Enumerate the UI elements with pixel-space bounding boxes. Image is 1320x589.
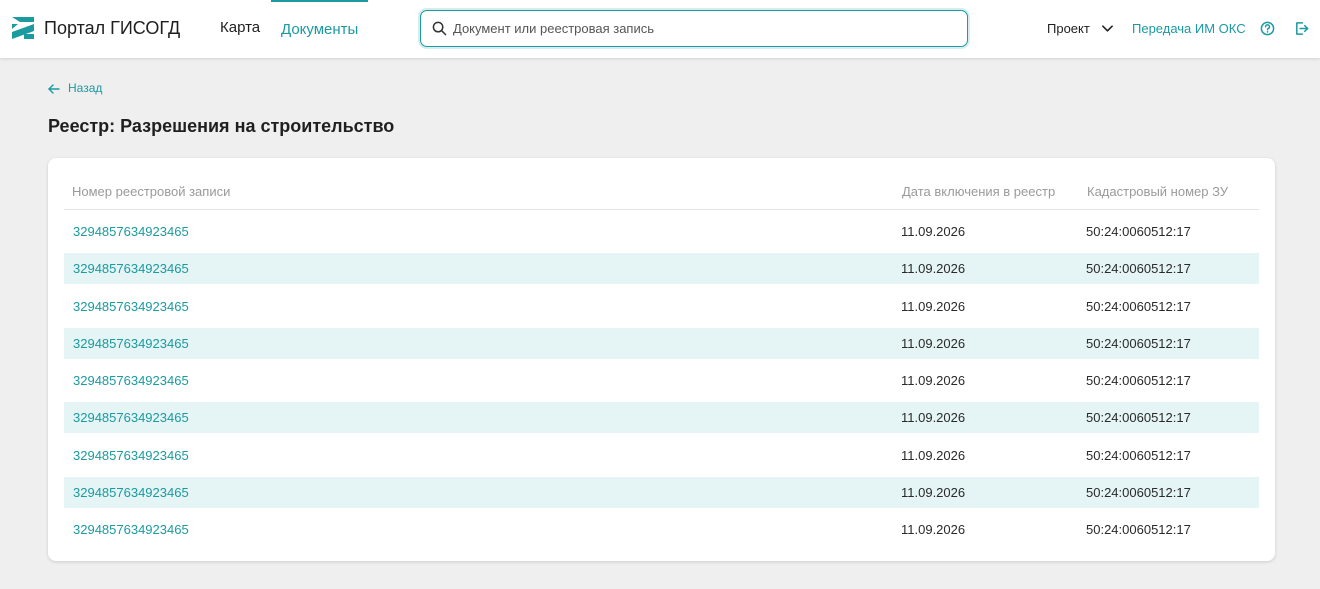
logout-icon[interactable] [1294,21,1309,36]
search-box[interactable] [420,10,968,47]
registry-table-card: Номер реестровой записи Дата включения в… [48,158,1275,561]
inclusion-date: 11.09.2026 [901,335,966,351]
table-row: 3294857634923465 11.09.2026 50:24:006051… [64,327,1259,359]
table-body: 3294857634923465 11.09.2026 50:24:006051… [64,216,1259,551]
top-bar: Портал ГИСОГД Карта Документы Проект Пер… [0,0,1320,58]
nav-tab-map[interactable]: Карта [220,19,260,36]
help-icon[interactable] [1260,21,1275,36]
project-dropdown[interactable]: Проект [1047,21,1090,36]
cadastral-number: 50:24:0060512:17 [1086,373,1191,388]
table-row: 3294857634923465 11.09.2026 50:24:006051… [64,402,1259,434]
back-label: Назад [68,81,103,95]
inclusion-date: 11.09.2026 [901,522,966,537]
record-number-link[interactable]: 3294857634923465 [73,485,189,500]
cadastral-number: 50:24:0060512:17 [1086,410,1191,426]
table-header: Номер реестровой записи Дата включения в… [64,174,1259,210]
table-row: 3294857634923465 11.09.2026 50:24:006051… [64,365,1259,396]
logo-icon [12,17,34,39]
table-row: 3294857634923465 11.09.2026 50:24:006051… [64,440,1259,471]
table-row: 3294857634923465 11.09.2026 50:24:006051… [64,216,1259,247]
column-header-inclusion-date: Дата включения в реестр [902,184,1056,199]
record-number-link[interactable]: 3294857634923465 [73,336,189,351]
inclusion-date: 11.09.2026 [901,484,966,500]
cadastral-number: 50:24:0060512:17 [1086,335,1191,351]
record-number-link[interactable]: 3294857634923465 [73,261,189,276]
brand-title[interactable]: Портал ГИСОГД [44,18,180,39]
inclusion-date: 11.09.2026 [901,298,966,314]
arrow-left-icon [48,84,60,94]
inclusion-date: 11.09.2026 [901,410,966,426]
record-number-link[interactable]: 3294857634923465 [73,299,189,314]
record-number-link[interactable]: 3294857634923465 [73,522,189,537]
record-number-link[interactable]: 3294857634923465 [73,410,189,425]
record-number-link[interactable]: 3294857634923465 [73,373,189,388]
nav-tab-documents[interactable]: Документы [271,0,369,58]
cadastral-number: 50:24:0060512:17 [1086,224,1191,239]
search-input[interactable] [453,11,953,45]
column-header-record-number: Номер реестровой записи [72,184,231,199]
page-title: Реестр: Разрешения на строительство [48,116,395,136]
chevron-down-icon[interactable] [1101,22,1114,35]
table-row: 3294857634923465 11.09.2026 50:24:006051… [64,253,1259,285]
record-number-link[interactable]: 3294857634923465 [73,448,189,463]
inclusion-date: 11.09.2026 [901,224,966,239]
inclusion-date: 11.09.2026 [901,261,966,277]
table-row: 3294857634923465 11.09.2026 50:24:006051… [64,291,1259,322]
cadastral-number: 50:24:0060512:17 [1086,447,1191,463]
record-number-link[interactable]: 3294857634923465 [73,224,189,239]
inclusion-date: 11.09.2026 [901,373,966,388]
transfer-link[interactable]: Передача ИМ ОКС [1132,21,1246,36]
cadastral-number: 50:24:0060512:17 [1086,298,1191,314]
column-header-cadastral-number: Кадастровый номер ЗУ [1087,184,1229,199]
cadastral-number: 50:24:0060512:17 [1086,522,1191,537]
table-row: 3294857634923465 11.09.2026 50:24:006051… [64,514,1259,545]
cadastral-number: 50:24:0060512:17 [1086,484,1191,500]
search-icon [432,21,447,36]
cadastral-number: 50:24:0060512:17 [1086,261,1191,277]
inclusion-date: 11.09.2026 [901,447,966,463]
table-row: 3294857634923465 11.09.2026 50:24:006051… [64,476,1259,508]
